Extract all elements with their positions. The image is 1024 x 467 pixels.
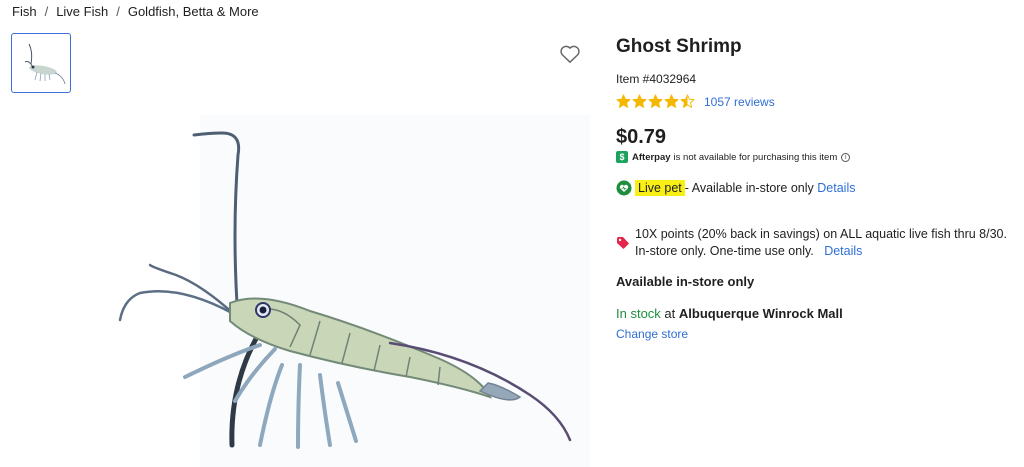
promo-details-link[interactable]: Details	[824, 244, 862, 258]
shrimp-thumbnail-image	[24, 43, 66, 85]
heart-outline-icon	[560, 45, 580, 63]
change-store-link[interactable]: Change store	[616, 327, 688, 341]
breadcrumb-goldfish-betta[interactable]: Goldfish, Betta & More	[128, 4, 259, 19]
stock-at: at	[664, 306, 676, 321]
price-tag-icon	[617, 237, 629, 249]
store-name: Albuquerque Winrock Mall	[678, 306, 843, 321]
breadcrumb-separator: /	[116, 4, 120, 19]
favorite-button[interactable]	[559, 44, 581, 64]
product-rating: 1057 reviews	[616, 94, 775, 109]
promo-text: 10X points (20% back in savings) on ALL …	[635, 227, 1007, 258]
live-pet-text: - Available in-store only	[684, 181, 814, 195]
item-number: Item #4032964	[616, 72, 697, 86]
availability-heading: Available in-store only	[616, 274, 755, 289]
live-pet-notice: Live pet - Available in-store only Detai…	[616, 180, 856, 196]
breadcrumb-live-fish[interactable]: Live Fish	[56, 4, 108, 19]
afterpay-notice: $ Afterpay is not available for purchasi…	[616, 151, 851, 163]
live-pet-heart-icon	[616, 180, 632, 196]
star-full-icon	[632, 94, 647, 108]
stock-status: In stock at Albuquerque Winrock Mall	[616, 306, 843, 321]
star-rating[interactable]	[616, 94, 695, 109]
breadcrumb-separator: /	[44, 4, 49, 19]
live-pet-badge: Live pet	[635, 180, 685, 196]
breadcrumb-fish[interactable]: Fish	[12, 4, 37, 19]
star-full-icon	[648, 94, 663, 108]
product-thumbnail[interactable]	[11, 33, 71, 93]
afterpay-brand: Afterpay	[632, 151, 671, 163]
info-icon[interactable]: i	[841, 152, 851, 162]
reviews-link[interactable]: 1057 reviews	[704, 95, 775, 109]
product-main-image	[110, 115, 600, 467]
shrimp-product-image	[118, 115, 600, 467]
star-half-icon	[680, 94, 695, 108]
product-price: $0.79	[616, 126, 667, 148]
product-title: Ghost Shrimp	[616, 36, 742, 57]
star-full-icon	[664, 94, 679, 108]
in-stock-label: In stock	[616, 306, 661, 321]
promo-notice: 10X points (20% back in savings) on ALL …	[616, 226, 1011, 260]
live-pet-details-link[interactable]: Details	[817, 181, 855, 195]
afterpay-text: is not available for purchasing this ite…	[673, 151, 838, 163]
star-full-icon	[616, 94, 631, 108]
breadcrumb: Fish / Live Fish / Goldfish, Betta & Mor…	[12, 4, 259, 19]
afterpay-dollar-icon: $	[616, 151, 628, 163]
